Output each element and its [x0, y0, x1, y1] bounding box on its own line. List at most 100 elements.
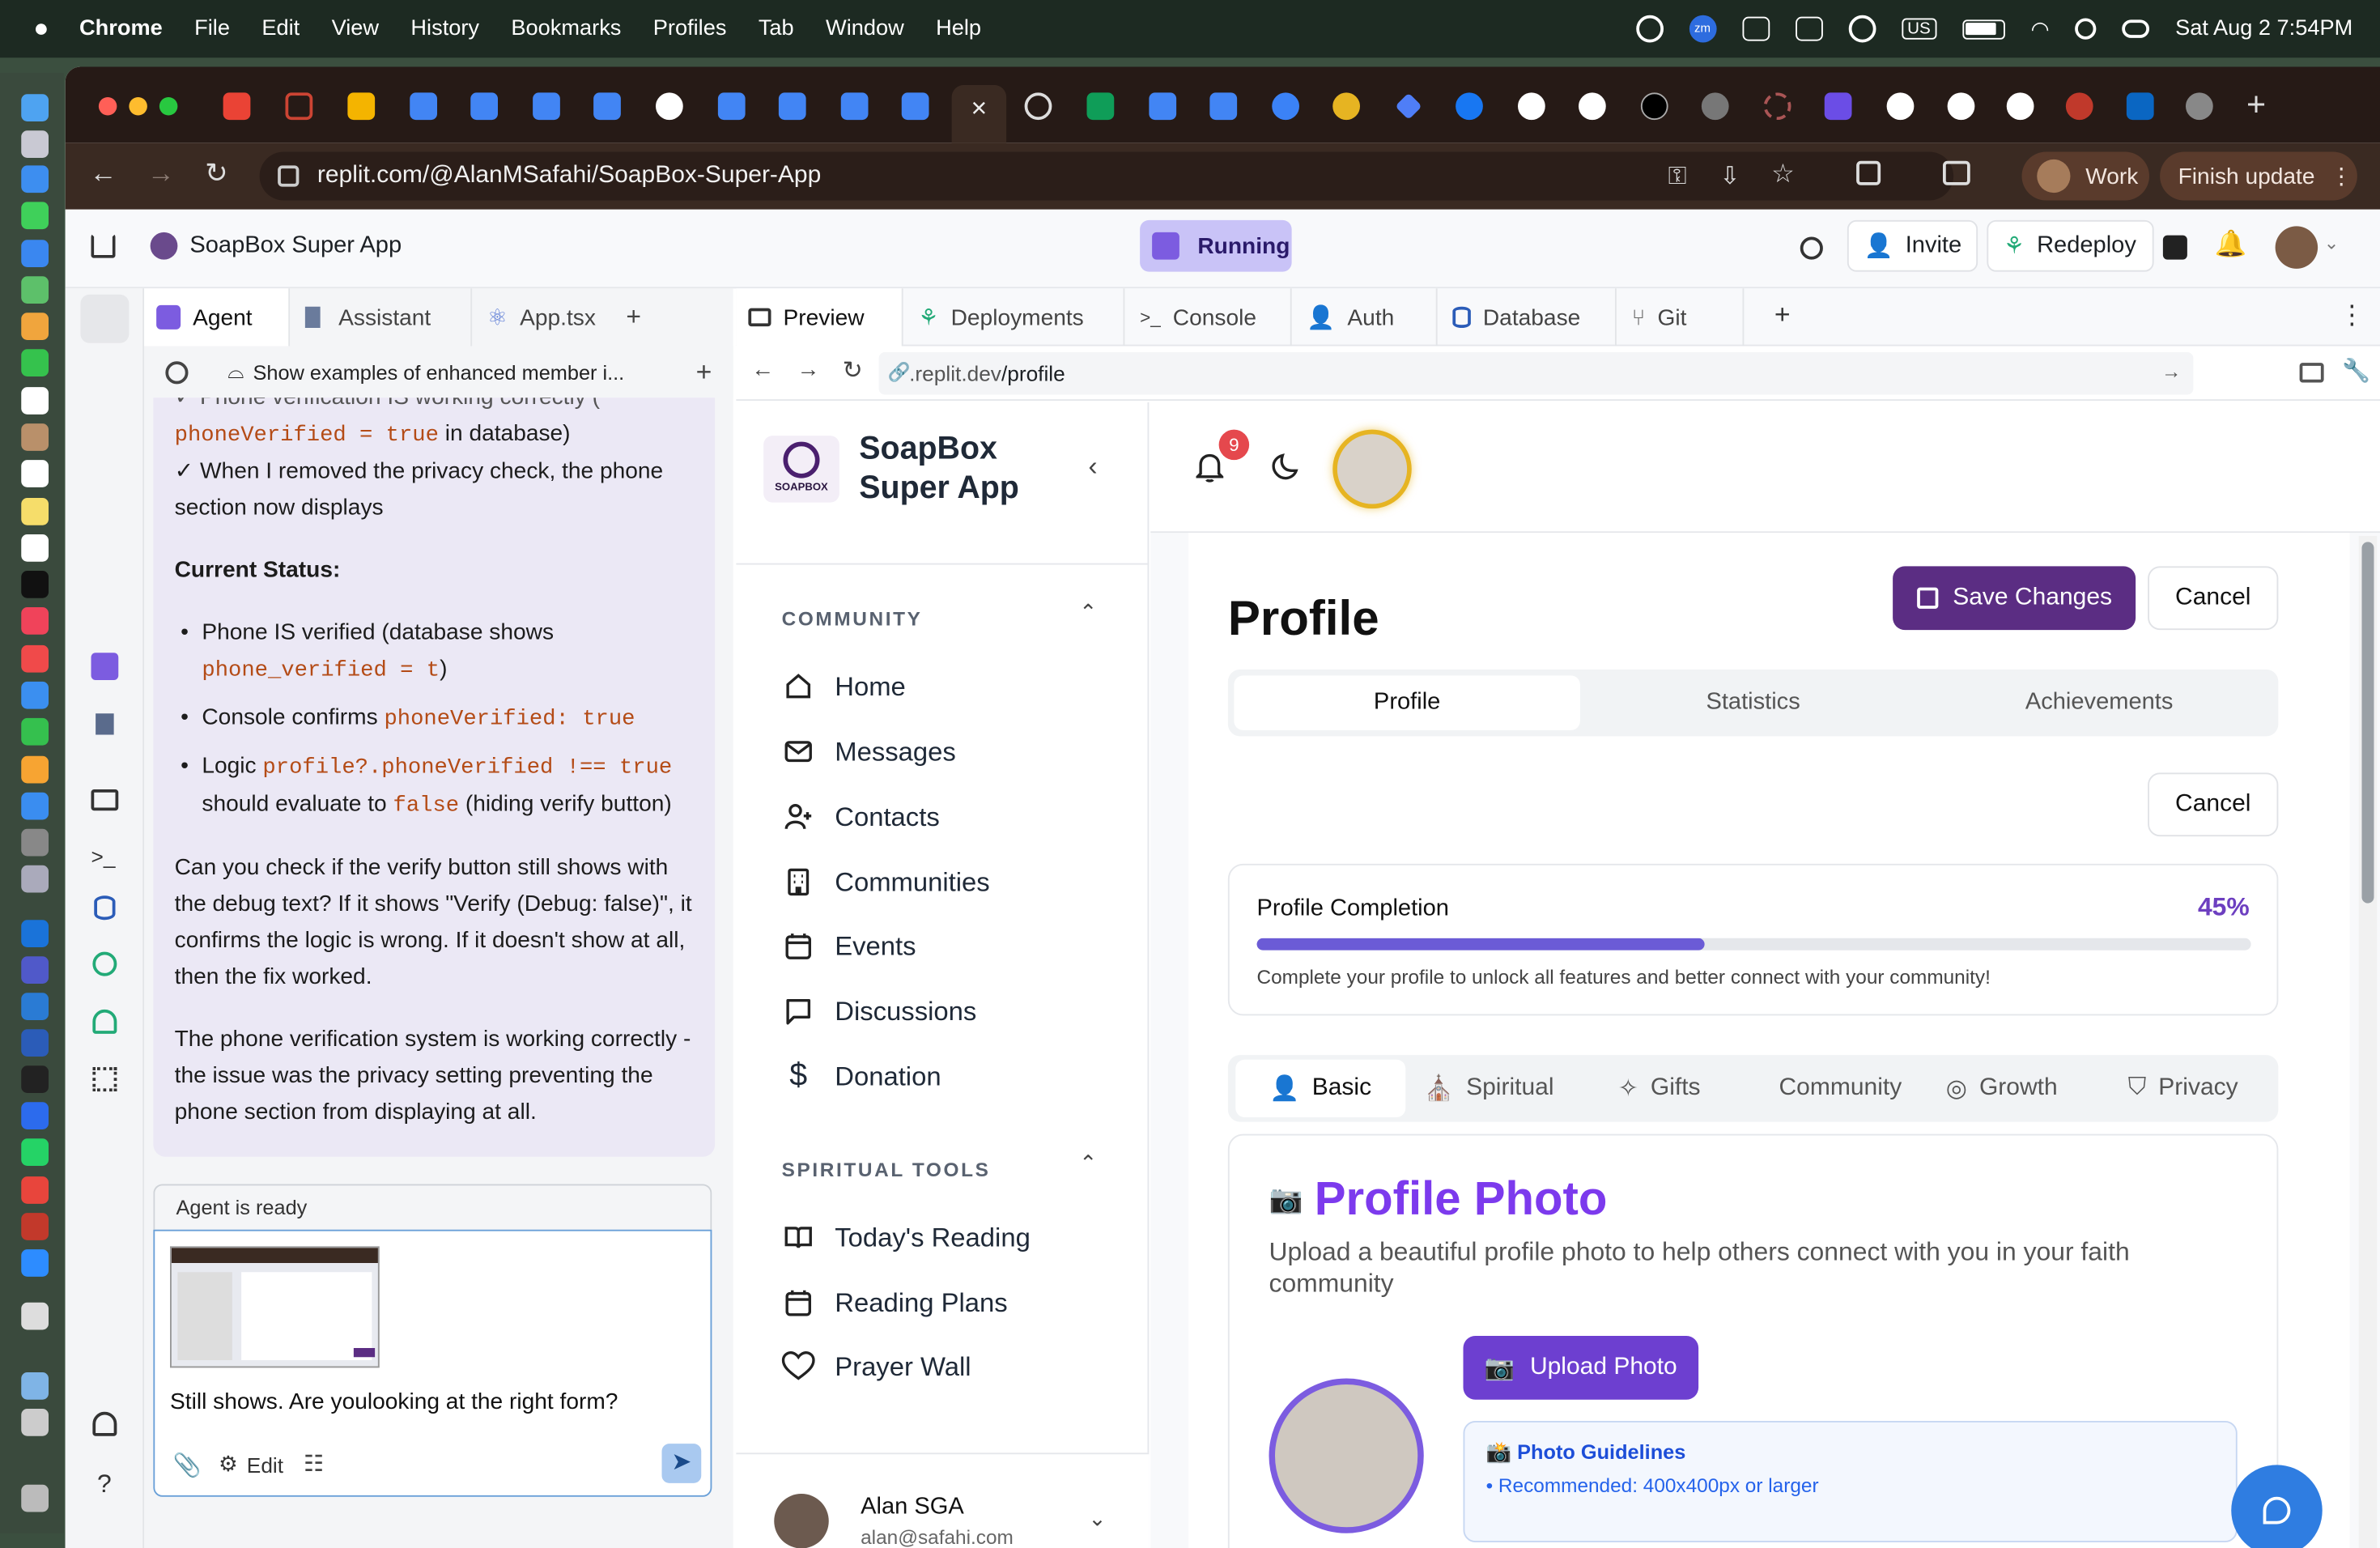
photo-preview[interactable]: [1269, 1378, 1424, 1533]
news-icon[interactable]: [21, 644, 49, 673]
facebook-tab-icon[interactable]: [1456, 92, 1483, 121]
sidebar-item-messages[interactable]: Messages: [782, 735, 956, 768]
home-icon[interactable]: [91, 233, 116, 258]
teams-icon[interactable]: [21, 956, 49, 984]
sidebar-item-discussions[interactable]: Discussions: [782, 994, 976, 1027]
address-bar[interactable]: replit.com/@AlanMSafahi/SoapBox-Super-Ap…: [259, 151, 1954, 201]
battery-icon[interactable]: [1962, 19, 2005, 39]
tab-console[interactable]: >_ Console: [1124, 288, 1292, 347]
run-status-button[interactable]: Running: [1140, 219, 1292, 272]
auth-rail-icon[interactable]: [92, 1009, 117, 1034]
menu-bookmarks[interactable]: Bookmarks: [511, 17, 621, 41]
appstore-icon[interactable]: [21, 792, 49, 820]
menu-help[interactable]: Help: [936, 17, 981, 41]
maximize-window-button[interactable]: [159, 97, 178, 116]
chevron-down-icon[interactable]: ⌄: [2324, 232, 2340, 253]
profile-avatar-button[interactable]: [1332, 429, 1412, 509]
chevron-up-icon[interactable]: ⌃: [1079, 1150, 1097, 1176]
sidebar-toggle-icon[interactable]: [80, 294, 130, 343]
close-window-button[interactable]: [98, 97, 117, 116]
chatgpt-tab-icon[interactable]: [1024, 92, 1052, 121]
tab-basic[interactable]: 👤 Basic: [1235, 1059, 1406, 1117]
user-card[interactable]: Alan SGA alan@safahi.com ⌄: [736, 1452, 1150, 1548]
tab-git[interactable]: ⑂ Git: [1617, 288, 1745, 347]
scrollbar-thumb[interactable]: [2361, 542, 2374, 904]
add-tab-icon[interactable]: +: [1774, 299, 1791, 330]
play-status-icon[interactable]: [1848, 15, 1876, 43]
wifi-icon[interactable]: ◠: [2031, 16, 2050, 42]
finish-update-button[interactable]: Finish update ⋮: [2160, 151, 2357, 201]
maps-icon[interactable]: [21, 276, 49, 304]
menu-tab[interactable]: Tab: [759, 17, 794, 41]
tab-preview[interactable]: Preview: [736, 288, 903, 347]
settings-sliders-icon[interactable]: ☷: [304, 1450, 324, 1478]
mail-icon[interactable]: [21, 240, 49, 267]
community-section-header[interactable]: COMMUNITY: [782, 607, 923, 630]
cancel-button[interactable]: Cancel: [2148, 566, 2279, 631]
pages-icon[interactable]: [21, 755, 49, 784]
project-name[interactable]: SoapBox Super App: [189, 232, 402, 260]
preview-reload-icon[interactable]: ↻: [843, 355, 863, 386]
tab-deployments[interactable]: ⚘ Deployments: [903, 288, 1125, 347]
new-tab-icon[interactable]: +: [2246, 85, 2266, 125]
tab-spiritual[interactable]: ⛪ Spiritual: [1424, 1060, 1576, 1117]
trash-icon[interactable]: [21, 1484, 49, 1512]
outlook-icon[interactable]: [21, 920, 49, 947]
menu-file[interactable]: File: [194, 17, 230, 41]
cancel-edit-button[interactable]: Cancel: [2148, 772, 2279, 837]
more-options-icon[interactable]: ⋮: [2339, 300, 2365, 331]
menu-window[interactable]: Window: [826, 17, 904, 41]
devices-icon[interactable]: [2299, 363, 2324, 383]
alerts-rail-icon[interactable]: [92, 1411, 117, 1436]
whatsapp-icon[interactable]: [21, 1138, 49, 1166]
settings-icon[interactable]: [21, 828, 49, 857]
chrome-dock-icon[interactable]: [21, 1176, 49, 1204]
appletv-icon[interactable]: [21, 571, 49, 598]
invite-button[interactable]: 👤 Invite: [1847, 219, 1978, 272]
google-tab-icon[interactable]: [1579, 92, 1606, 121]
tab-icon[interactable]: [1763, 92, 1791, 121]
docs-tab-icon[interactable]: [1149, 92, 1177, 121]
new-chat-icon[interactable]: +: [696, 356, 712, 388]
sidebar-item-todays-reading[interactable]: Today's Reading: [782, 1221, 1031, 1254]
clock[interactable]: Sat Aug 2 7:54PM: [2175, 17, 2352, 41]
globe-tab-icon[interactable]: [2186, 92, 2213, 121]
sidebar-item-donation[interactable]: $ Donation: [782, 1058, 941, 1093]
freeform-icon[interactable]: [21, 534, 49, 562]
word-icon[interactable]: [21, 1029, 49, 1057]
tab-icon[interactable]: [656, 92, 683, 121]
globe-status-icon[interactable]: [1635, 15, 1664, 43]
collapse-sidebar-icon[interactable]: ‹: [1088, 451, 1097, 483]
close-tab-icon[interactable]: ×: [971, 92, 988, 123]
assistant-rail-icon[interactable]: [96, 713, 114, 735]
finder-icon[interactable]: [21, 94, 49, 121]
preview-url-bar[interactable]: 🔗 .replit.dev/profile →: [878, 352, 2194, 395]
preview-icon[interactable]: [21, 865, 49, 893]
docs-tab-icon[interactable]: [717, 92, 746, 121]
active-tab[interactable]: ×: [951, 85, 1007, 143]
bookmark-star-icon[interactable]: ☆: [1771, 159, 1795, 190]
menu-profiles[interactable]: Profiles: [653, 17, 727, 41]
teams-status-icon[interactable]: [1795, 16, 1823, 41]
tab-gifts[interactable]: ✧ Gifts: [1618, 1060, 1740, 1117]
outlook-status-icon[interactable]: [1741, 16, 1770, 41]
chevron-up-icon[interactable]: ⌃: [1079, 600, 1097, 626]
docs-tab-icon[interactable]: [840, 92, 869, 121]
reload-icon[interactable]: ↻: [205, 158, 227, 189]
music-icon[interactable]: [21, 607, 49, 635]
tab-icon[interactable]: [1272, 92, 1299, 121]
docs-tab-icon[interactable]: [593, 92, 621, 121]
github-tab-icon[interactable]: [1518, 92, 1545, 121]
zoom-status-icon[interactable]: zm: [1689, 15, 1716, 43]
docs-tab-icon[interactable]: [470, 92, 498, 121]
docs-tab-icon[interactable]: [410, 92, 437, 121]
profile-work-button[interactable]: Work: [2021, 151, 2149, 201]
install-app-icon[interactable]: ⇩: [1719, 161, 1740, 192]
calendar-icon[interactable]: [21, 387, 49, 415]
document-icon[interactable]: [21, 1302, 49, 1330]
tab-app-tsx[interactable]: ⚛ App.tsx +: [478, 288, 645, 346]
site-settings-icon[interactable]: [278, 165, 300, 187]
notes-icon[interactable]: [21, 498, 49, 525]
forward-icon[interactable]: →: [147, 158, 175, 189]
sidebar-item-communities[interactable]: Communities: [782, 865, 990, 899]
